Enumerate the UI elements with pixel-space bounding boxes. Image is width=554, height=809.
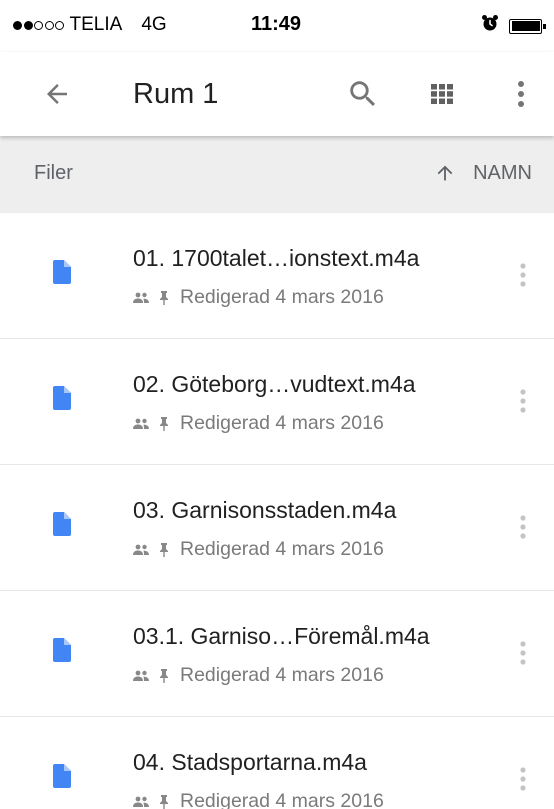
carrier-name: TELIA bbox=[69, 14, 123, 35]
network-type: 4G bbox=[141, 14, 167, 35]
arrow-back-icon bbox=[47, 84, 67, 104]
more-vert-icon bbox=[520, 767, 526, 791]
page-title: Rum 1 bbox=[133, 78, 219, 110]
grid-view-icon bbox=[431, 84, 453, 104]
drive-folder-screen: TELIA 4G 11:49 Rum 1 Filer NAMN 01. 1700… bbox=[0, 0, 554, 809]
file-row[interactable]: 04. Stadsportarna.m4a Redigerad 4 mars 2… bbox=[0, 717, 554, 809]
more-options-button[interactable] bbox=[505, 74, 537, 114]
status-left: TELIA 4G bbox=[13, 14, 167, 36]
shared-people-icon bbox=[133, 796, 149, 808]
file-more-button[interactable] bbox=[510, 383, 536, 419]
file-more-button[interactable] bbox=[510, 509, 536, 545]
file-modified-date: Redigerad 4 mars 2016 bbox=[180, 412, 384, 434]
more-vert-icon bbox=[520, 641, 526, 665]
file-meta: Redigerad 4 mars 2016 bbox=[133, 538, 384, 561]
document-icon bbox=[53, 512, 71, 536]
section-label: Filer bbox=[34, 162, 73, 184]
sort-label: NAMN bbox=[473, 161, 532, 184]
shared-people-icon bbox=[133, 292, 149, 304]
back-button[interactable] bbox=[37, 74, 77, 114]
shared-people-icon bbox=[133, 544, 149, 556]
file-row[interactable]: 03. Garnisonsstaden.m4a Redigerad 4 mars… bbox=[0, 465, 554, 591]
arrow-up-icon bbox=[434, 162, 456, 184]
file-meta: Redigerad 4 mars 2016 bbox=[133, 286, 384, 309]
alarm-clock-icon bbox=[481, 14, 499, 38]
pin-icon bbox=[159, 542, 169, 557]
document-icon bbox=[53, 638, 71, 662]
file-more-button[interactable] bbox=[510, 257, 536, 293]
status-right bbox=[481, 14, 546, 38]
signal-dot bbox=[34, 20, 43, 30]
document-icon bbox=[53, 260, 71, 284]
search-icon bbox=[350, 81, 376, 107]
shared-people-icon bbox=[133, 670, 149, 682]
status-time: 11:49 bbox=[251, 13, 302, 35]
more-vert-icon bbox=[520, 515, 526, 539]
signal-dot bbox=[13, 20, 22, 30]
more-vert-icon bbox=[520, 389, 526, 413]
file-name: 03.1. Garniso…Föremål.m4a bbox=[133, 623, 430, 649]
sort-header: Filer NAMN bbox=[0, 136, 554, 213]
file-meta: Redigerad 4 mars 2016 bbox=[133, 664, 384, 687]
status-bar: TELIA 4G 11:49 bbox=[0, 0, 554, 52]
file-modified-date: Redigerad 4 mars 2016 bbox=[180, 538, 384, 560]
file-meta: Redigerad 4 mars 2016 bbox=[133, 412, 384, 435]
shared-people-icon bbox=[133, 418, 149, 430]
more-vert-icon bbox=[520, 263, 526, 287]
file-modified-date: Redigerad 4 mars 2016 bbox=[180, 790, 384, 809]
battery-full-icon bbox=[509, 18, 546, 34]
file-more-button[interactable] bbox=[510, 761, 536, 797]
file-more-button[interactable] bbox=[510, 635, 536, 671]
file-name: 01. 1700talet…ionstext.m4a bbox=[133, 245, 420, 271]
file-modified-date: Redigerad 4 mars 2016 bbox=[180, 664, 384, 686]
search-button[interactable] bbox=[341, 74, 385, 114]
document-icon bbox=[53, 386, 71, 410]
file-list: 01. 1700talet…ionstext.m4a Redigerad 4 m… bbox=[0, 213, 554, 809]
pin-icon bbox=[159, 794, 169, 809]
pin-icon bbox=[159, 290, 169, 305]
file-row[interactable]: 03.1. Garniso…Föremål.m4a Redigerad 4 ma… bbox=[0, 591, 554, 717]
pin-icon bbox=[159, 668, 169, 683]
more-vert-icon bbox=[518, 81, 524, 107]
app-bar: Rum 1 bbox=[0, 52, 554, 136]
file-name: 03. Garnisonsstaden.m4a bbox=[133, 497, 397, 523]
file-meta: Redigerad 4 mars 2016 bbox=[133, 790, 384, 809]
sort-by-name-button[interactable]: NAMN bbox=[434, 157, 532, 189]
signal-dot bbox=[55, 20, 64, 30]
signal-dot bbox=[44, 20, 54, 30]
grid-view-button[interactable] bbox=[420, 74, 464, 114]
file-row[interactable]: 01. 1700talet…ionstext.m4a Redigerad 4 m… bbox=[0, 213, 554, 339]
file-name: 04. Stadsportarna.m4a bbox=[133, 749, 367, 775]
file-name: 02. Göteborg…vudtext.m4a bbox=[133, 371, 416, 397]
signal-dot bbox=[23, 20, 33, 30]
signal-strength-icon bbox=[13, 20, 66, 30]
file-modified-date: Redigerad 4 mars 2016 bbox=[180, 286, 384, 308]
document-icon bbox=[53, 764, 71, 788]
file-row[interactable]: 02. Göteborg…vudtext.m4a Redigerad 4 mar… bbox=[0, 339, 554, 465]
pin-icon bbox=[159, 416, 169, 431]
